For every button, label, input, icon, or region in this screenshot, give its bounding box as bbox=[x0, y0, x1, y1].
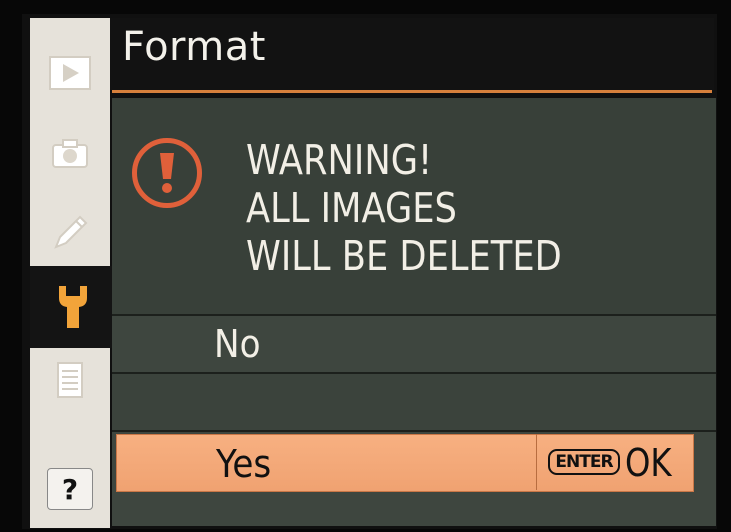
tab-custom-settings[interactable] bbox=[30, 200, 110, 266]
tab-retouch[interactable] bbox=[30, 348, 110, 414]
warning-line-1: WARNING! bbox=[246, 136, 433, 184]
tab-playback[interactable] bbox=[30, 40, 110, 106]
page-title: Format bbox=[122, 24, 266, 70]
option-no[interactable] bbox=[112, 318, 716, 372]
option-yes-label[interactable]: Yes bbox=[216, 442, 271, 486]
divider bbox=[112, 314, 716, 316]
divider bbox=[112, 430, 716, 432]
warning-message: WARNING! ALL IMAGES WILL BE DELETED bbox=[246, 136, 624, 280]
tab-help[interactable]: ? bbox=[30, 456, 110, 522]
camera-icon bbox=[52, 139, 88, 168]
empty-row bbox=[112, 374, 716, 430]
enter-key-icon: ENTER bbox=[548, 449, 620, 475]
option-no-label[interactable]: No bbox=[214, 322, 261, 366]
warning-line-2: ALL IMAGES bbox=[246, 184, 457, 232]
pencil-icon bbox=[54, 215, 88, 249]
tab-shooting[interactable] bbox=[30, 120, 110, 186]
tab-setup[interactable] bbox=[30, 266, 116, 348]
retouch-icon bbox=[57, 362, 83, 398]
dialog-footer bbox=[112, 494, 716, 526]
ok-hint-divider bbox=[536, 434, 537, 490]
playback-icon bbox=[49, 56, 91, 90]
help-button[interactable]: ? bbox=[47, 468, 93, 510]
wrench-icon bbox=[59, 286, 87, 328]
menu-sidebar: ? bbox=[30, 18, 116, 528]
warning-line-3: WILL BE DELETED bbox=[246, 232, 562, 280]
warning-icon bbox=[132, 138, 202, 208]
ok-label: OK bbox=[625, 441, 672, 485]
title-underline bbox=[112, 90, 712, 93]
